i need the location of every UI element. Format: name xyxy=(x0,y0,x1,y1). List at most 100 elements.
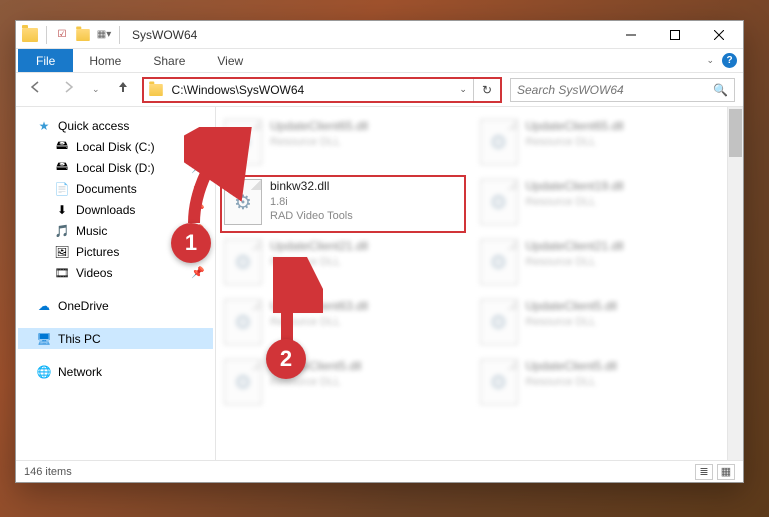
file-thumb: ⚙ xyxy=(224,359,262,405)
back-button[interactable] xyxy=(24,78,48,101)
file-thumb: ⚙ xyxy=(480,179,518,225)
search-bar[interactable]: 🔍 xyxy=(510,78,735,102)
documents-icon: 📄 xyxy=(54,181,70,197)
file-thumb: ⚙ xyxy=(480,299,518,345)
view-switcher: ≣ ▦ xyxy=(695,464,735,480)
sidebar-label: Music xyxy=(76,224,107,238)
downloads-icon: ⬇ xyxy=(54,202,70,218)
file-item[interactable]: ⚙UpdateClient5.dllResource DLL xyxy=(476,295,722,353)
sidebar-label: Local Disk (C:) xyxy=(76,140,155,154)
sidebar-item-ddrive[interactable]: 🖴 Local Disk (D:) 📌 xyxy=(18,157,213,178)
file-item[interactable]: ⚙UpdateClient5.dllResource DLL xyxy=(220,355,466,413)
forward-button[interactable] xyxy=(56,78,80,101)
sidebar-label: Quick access xyxy=(58,119,129,133)
star-icon: ★ xyxy=(36,118,52,134)
file-thumb: ⚙ xyxy=(480,239,518,285)
ribbon-tabs: File Home Share View ⌄ ? xyxy=(16,49,743,73)
tab-file[interactable]: File xyxy=(18,49,73,72)
icons-view-button[interactable]: ▦ xyxy=(717,464,735,480)
file-item[interactable]: ⚙ UpdateClient65.dllResource DLL xyxy=(476,115,722,173)
sidebar-item-documents[interactable]: 📄 Documents 📌 xyxy=(18,178,213,199)
gear-icon: ⚙ xyxy=(490,190,508,215)
sidebar-label: OneDrive xyxy=(58,299,109,313)
sidebar-label: Videos xyxy=(76,266,112,280)
sidebar-label: This PC xyxy=(58,332,101,346)
pictures-icon: 🖼 xyxy=(54,244,70,260)
file-thumb: ⚙ xyxy=(224,179,262,225)
status-item-count: 146 items xyxy=(24,466,72,478)
gear-icon: ⚙ xyxy=(234,190,252,215)
qat-properties-icon[interactable]: ▦▾ xyxy=(97,28,111,42)
recent-locations-button[interactable]: ⌄ xyxy=(88,82,104,97)
file-item[interactable]: ⚙UpdateClient5.dllResource DLL xyxy=(476,355,722,413)
up-button[interactable] xyxy=(112,78,134,101)
pin-icon: 📌 xyxy=(191,140,205,153)
gear-icon: ⚙ xyxy=(234,310,252,335)
gear-icon: ⚙ xyxy=(234,250,252,275)
sidebar-item-cdrive[interactable]: 🖴 Local Disk (C:) 📌 xyxy=(18,136,213,157)
ribbon-collapse-icon[interactable]: ⌄ xyxy=(706,55,714,66)
file-item[interactable]: ⚙UpdateClient21.dllResource DLL xyxy=(220,235,466,293)
navigation-pane[interactable]: ★ Quick access 🖴 Local Disk (C:) 📌 🖴 Loc… xyxy=(16,107,216,460)
refresh-button[interactable]: ↻ xyxy=(474,83,500,97)
address-folder-icon xyxy=(149,84,163,96)
gear-icon: ⚙ xyxy=(490,370,508,395)
file-thumb: ⚙ xyxy=(224,239,262,285)
sidebar-network[interactable]: 🌐 Network xyxy=(18,361,213,382)
file-item[interactable]: ⚙ UpdateClient21.dllResource DLL xyxy=(476,235,722,293)
sidebar-label: Local Disk (D:) xyxy=(76,161,155,175)
file-thumb: ⚙ xyxy=(480,359,518,405)
drive-icon: 🖴 xyxy=(54,139,70,155)
close-button[interactable] xyxy=(697,21,741,49)
file-thumb: ⚙ xyxy=(224,119,262,165)
file-item[interactable]: ⚙UpdateClient63.dllResource DLL xyxy=(220,295,466,353)
sidebar-thispc[interactable]: 🖥 This PC xyxy=(18,328,213,349)
file-meta: UpdateClient65.dllResource DLL xyxy=(526,119,624,149)
gear-icon: ⚙ xyxy=(490,130,508,155)
onedrive-icon: ☁ xyxy=(36,298,52,314)
navigation-bar: ⌄ ⌄ ↻ 🔍 xyxy=(16,73,743,107)
tab-home[interactable]: Home xyxy=(73,49,137,72)
scrollbar[interactable] xyxy=(727,107,743,460)
maximize-button[interactable] xyxy=(653,21,697,49)
search-input[interactable] xyxy=(517,83,713,97)
pin-icon: 📌 xyxy=(191,266,205,279)
window-title: SysWOW64 xyxy=(132,28,197,42)
file-thumb: ⚙ xyxy=(480,119,518,165)
minimize-button[interactable] xyxy=(609,21,653,49)
callout-2: 2 xyxy=(266,339,306,379)
file-item-highlighted[interactable]: ⚙binkw32.dll1.8iRAD Video Tools xyxy=(220,175,466,233)
pin-icon: 📌 xyxy=(191,203,205,216)
pc-icon: 🖥 xyxy=(36,331,52,347)
scroll-thumb[interactable] xyxy=(729,109,742,157)
sidebar-item-videos[interactable]: 🎞 Videos 📌 xyxy=(18,262,213,283)
qat-folder-icon[interactable] xyxy=(76,29,90,41)
file-pane[interactable]: ⚙UpdateClient65.dllResource DLL⚙UpdateCl… xyxy=(216,107,743,460)
videos-icon: 🎞 xyxy=(54,265,70,281)
address-bar[interactable]: ⌄ ↻ xyxy=(142,77,502,103)
gear-icon: ⚙ xyxy=(490,250,508,275)
help-icon[interactable]: ? xyxy=(722,53,737,68)
window-controls xyxy=(609,21,741,49)
address-dropdown-icon[interactable]: ⌄ xyxy=(453,84,473,95)
details-view-button[interactable]: ≣ xyxy=(695,464,713,480)
gear-icon: ⚙ xyxy=(234,130,252,155)
titlebar: ☑ ▦▾ SysWOW64 xyxy=(16,21,743,49)
file-item[interactable]: ⚙UpdateClient19.dllResource DLL xyxy=(476,175,722,233)
titlebar-left: ☑ ▦▾ SysWOW64 xyxy=(18,26,609,44)
ribbon-right: ⌄ ? xyxy=(706,53,737,68)
pin-icon: 📌 xyxy=(191,182,205,195)
pin-icon: 📌 xyxy=(191,161,205,174)
qat-checkbox-icon[interactable]: ☑ xyxy=(55,28,69,42)
sidebar-item-downloads[interactable]: ⬇ Downloads 📌 xyxy=(18,199,213,220)
tab-view[interactable]: View xyxy=(201,49,259,72)
search-icon[interactable]: 🔍 xyxy=(713,83,728,97)
sidebar-quick-access[interactable]: ★ Quick access xyxy=(18,115,213,136)
address-input[interactable] xyxy=(168,81,454,99)
file-meta: UpdateClient21.dllResource DLL xyxy=(526,239,624,269)
sidebar-onedrive[interactable]: ☁ OneDrive xyxy=(18,295,213,316)
network-icon: 🌐 xyxy=(36,364,52,380)
tab-share[interactable]: Share xyxy=(137,49,201,72)
gear-icon: ⚙ xyxy=(234,370,252,395)
file-item[interactable]: ⚙UpdateClient65.dllResource DLL xyxy=(220,115,466,173)
